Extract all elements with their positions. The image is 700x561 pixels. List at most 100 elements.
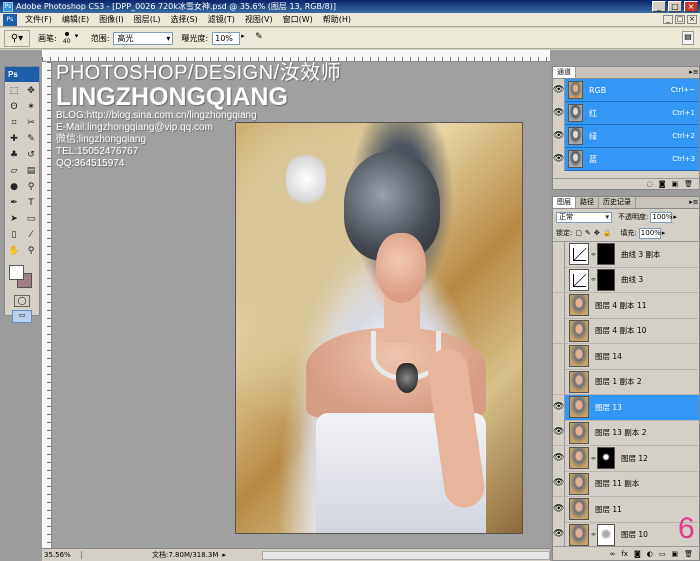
lock-icons[interactable]: ▢✎✥🔒 xyxy=(575,229,614,237)
eye-icon[interactable]: 👁 xyxy=(553,471,565,497)
brush-tool-icon[interactable]: ✎ xyxy=(23,132,39,147)
blend-mode-select[interactable]: 正常 xyxy=(556,211,612,223)
eye-icon[interactable]: 👁 xyxy=(553,394,565,420)
tab-layers[interactable]: 图层 xyxy=(553,197,576,208)
screen-mode-icon[interactable]: ▭ xyxy=(12,310,32,323)
load-selection-icon[interactable]: ◌ xyxy=(647,179,653,189)
minimize-button[interactable]: _ xyxy=(652,1,666,12)
doc-close-button[interactable]: × xyxy=(687,15,697,24)
tab-paths[interactable]: 路径 xyxy=(576,197,599,208)
menu-file[interactable]: 文件(F) xyxy=(20,14,57,25)
palette-well-icon[interactable]: ▤ xyxy=(682,31,694,45)
eye-icon[interactable]: 👁 xyxy=(553,496,565,522)
layer-row[interactable]: 👁 图层 14 xyxy=(553,343,699,370)
eye-icon[interactable]: 👁 xyxy=(553,318,565,344)
pen-tool-icon[interactable]: ✒ xyxy=(6,196,22,211)
exposure-input[interactable]: 10% xyxy=(212,31,241,45)
menu-layer[interactable]: 图层(L) xyxy=(129,14,166,25)
tab-history[interactable]: 历史记录 xyxy=(599,197,636,208)
layer-row[interactable]: 👁 图层 1 副本 2 xyxy=(553,369,699,395)
slice-tool-icon[interactable]: ✂ xyxy=(23,116,39,131)
close-button[interactable]: × xyxy=(684,1,698,12)
menu-view[interactable]: 视图(V) xyxy=(240,14,278,25)
menu-edit[interactable]: 编辑(E) xyxy=(57,14,94,25)
zoom-level[interactable]: 35.56% xyxy=(42,551,82,559)
brush-dropdown-icon[interactable]: ▾ xyxy=(75,32,83,45)
blur-tool-icon[interactable]: ● xyxy=(6,180,22,195)
airbrush-icon[interactable]: ✎ xyxy=(255,32,267,44)
layer-row[interactable]: 👁 ∞ 曲线 3 xyxy=(553,267,699,293)
eye-icon[interactable]: 👁 xyxy=(553,241,565,267)
eyedropper-tool-icon[interactable]: ⁄ xyxy=(23,228,39,243)
dodge-tool-icon[interactable]: ⚲ xyxy=(23,180,39,195)
exposure-slider-icon[interactable]: ▸ xyxy=(241,32,249,45)
layer-row[interactable]: 👁 ∞ 图层 12 xyxy=(553,445,699,472)
menu-select[interactable]: 选择(S) xyxy=(165,14,202,25)
eye-icon[interactable]: 👁 xyxy=(553,522,565,548)
layer-style-icon[interactable]: fx xyxy=(621,547,628,560)
link-layers-icon[interactable]: ∞ xyxy=(610,547,616,560)
opacity-input[interactable]: 100% xyxy=(650,211,672,223)
maximize-button[interactable]: □ xyxy=(668,1,682,12)
shape-tool-icon[interactable]: ▭ xyxy=(23,212,39,227)
fill-input[interactable]: 100% xyxy=(638,227,661,239)
foreground-color-swatch[interactable] xyxy=(9,265,24,280)
doc-restore-button[interactable]: □ xyxy=(675,15,685,24)
move-tool-icon[interactable]: ✥ xyxy=(23,84,39,99)
hand-tool-icon[interactable]: ✋ xyxy=(6,244,22,259)
save-selection-icon[interactable]: ◙ xyxy=(659,179,666,189)
channels-menu-icon[interactable]: ▸≡ xyxy=(689,67,699,78)
eye-icon[interactable]: 👁 xyxy=(553,292,565,318)
status-menu-icon[interactable]: ▸ xyxy=(222,551,226,559)
layers-menu-icon[interactable]: ▸≡ xyxy=(689,197,699,208)
dodge-tool-preset-icon[interactable]: ⚲▾ xyxy=(4,29,30,47)
layer-mask-thumbnail[interactable] xyxy=(597,523,615,546)
eye-icon[interactable]: 👁 xyxy=(553,101,565,125)
range-select[interactable]: 高光 xyxy=(113,31,174,45)
lasso-tool-icon[interactable]: ʘ xyxy=(6,100,22,115)
brush-picker[interactable]: 40 xyxy=(60,31,74,45)
eye-icon[interactable]: 👁 xyxy=(553,267,565,293)
adjustment-layer-icon[interactable]: ◐ xyxy=(647,547,653,560)
layer-row[interactable]: 👁 ∞ 曲线 3 副本 xyxy=(553,241,699,268)
delete-layer-icon[interactable]: 🗑 xyxy=(684,547,693,560)
clone-stamp-tool-icon[interactable]: ♣ xyxy=(6,148,22,163)
doc-minimize-button[interactable]: _ xyxy=(663,15,673,24)
layer-mask-thumbnail[interactable] xyxy=(597,268,615,291)
horizontal-scrollbar[interactable] xyxy=(262,551,550,560)
menu-image[interactable]: 图像(I) xyxy=(94,14,129,25)
marquee-tool-icon[interactable]: ⬚ xyxy=(6,84,22,99)
eye-icon[interactable]: 👁 xyxy=(553,78,565,102)
document-icon[interactable]: Ps xyxy=(3,13,17,26)
eye-icon[interactable]: 👁 xyxy=(553,343,565,369)
delete-channel-icon[interactable]: 🗑 xyxy=(684,179,693,189)
layer-row[interactable]: 👁 图层 4 副本 10 xyxy=(553,318,699,344)
eye-icon[interactable]: 👁 xyxy=(553,420,565,446)
fill-slider-icon[interactable]: ▸ xyxy=(662,229,666,237)
layer-mask-thumbnail[interactable] xyxy=(597,447,615,470)
type-tool-icon[interactable]: T xyxy=(23,196,39,211)
new-layer-icon[interactable]: ▣ xyxy=(671,547,678,560)
quick-mask-icon[interactable]: ◯ xyxy=(14,295,30,307)
channel-row-green[interactable]: 👁 绿 Ctrl+2 xyxy=(553,124,699,148)
zoom-tool-icon[interactable]: ⚲ xyxy=(23,244,39,259)
layer-row-selected[interactable]: 👁 图层 13 xyxy=(553,394,699,421)
path-selection-tool-icon[interactable]: ➤ xyxy=(6,212,22,227)
add-mask-icon[interactable]: ◙ xyxy=(634,547,641,560)
layer-row[interactable]: 👁 图层 4 副本 11 xyxy=(553,292,699,319)
notes-tool-icon[interactable]: ▯ xyxy=(6,228,22,243)
channel-row-rgb[interactable]: 👁 RGB Ctrl+~ xyxy=(553,78,699,102)
eye-icon[interactable]: 👁 xyxy=(553,445,565,471)
tab-channels[interactable]: 通道 xyxy=(553,67,576,78)
menu-help[interactable]: 帮助(H) xyxy=(318,14,356,25)
channel-row-blue[interactable]: 👁 蓝 Ctrl+3 xyxy=(553,147,699,171)
opacity-slider-icon[interactable]: ▸ xyxy=(673,213,677,221)
magic-wand-tool-icon[interactable]: ✶ xyxy=(23,100,39,115)
history-brush-tool-icon[interactable]: ↺ xyxy=(23,148,39,163)
layer-row[interactable]: 👁 图层 13 副本 2 xyxy=(553,420,699,446)
new-channel-icon[interactable]: ▣ xyxy=(671,179,678,189)
eye-icon[interactable]: 👁 xyxy=(553,369,565,395)
menu-window[interactable]: 窗口(W) xyxy=(278,14,318,25)
healing-brush-tool-icon[interactable]: ✚ xyxy=(6,132,22,147)
crop-tool-icon[interactable]: ⌗ xyxy=(6,116,22,131)
